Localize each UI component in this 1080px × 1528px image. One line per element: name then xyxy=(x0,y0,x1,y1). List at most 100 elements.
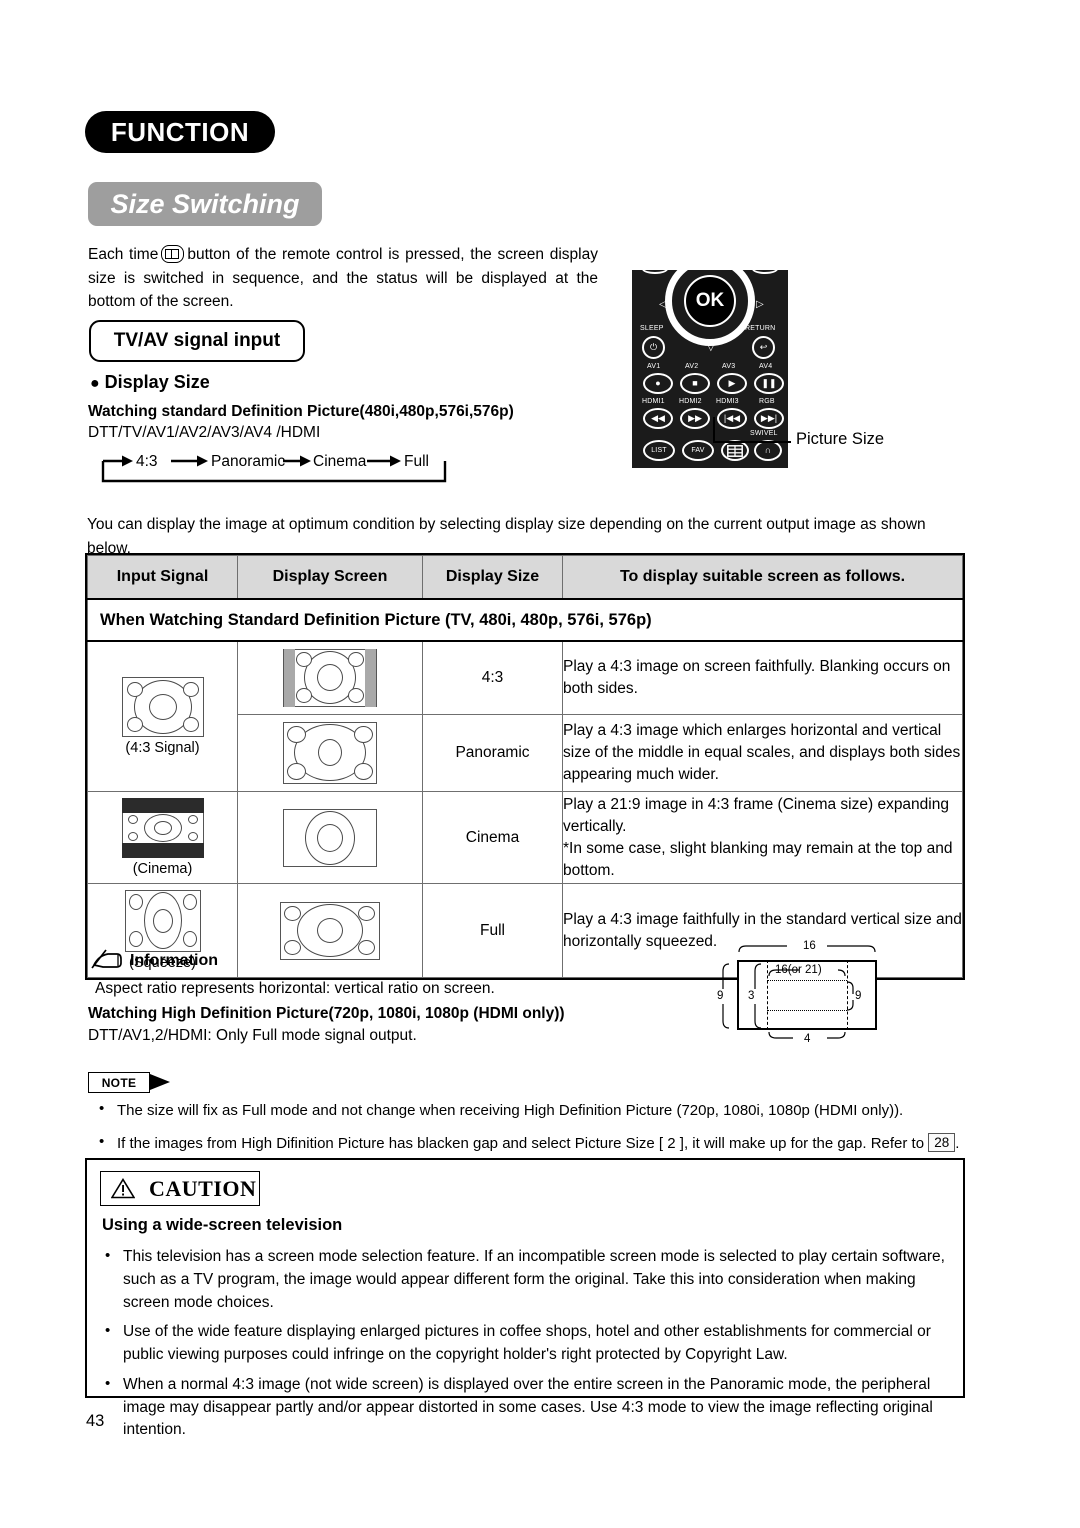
list-label: LIST xyxy=(651,447,667,454)
caution-list: This television has a screen mode select… xyxy=(102,1245,954,1449)
rewind-icon: ◀◀ xyxy=(651,413,665,423)
aspect-label-left-inner: 3 xyxy=(748,990,755,1002)
av4-label: AV4 xyxy=(759,363,773,370)
return-button: ↩ xyxy=(752,336,775,359)
table-subheader-text: When Watching Standard Definition Pictur… xyxy=(87,598,963,642)
flow-label-full: Full xyxy=(404,453,429,470)
hdmi1-label: HDMI1 xyxy=(642,398,665,405)
record-icon: ● xyxy=(655,378,661,388)
previous-track-icon: |◀◀ xyxy=(723,413,741,423)
aspect-label-top: 16 xyxy=(803,940,816,952)
picture-size-grid-icon xyxy=(727,444,743,457)
signal-icon-cinema xyxy=(121,798,204,858)
av3-label: AV3 xyxy=(722,363,736,370)
information-line-1: Aspect ratio represents horizontal: vert… xyxy=(95,980,495,997)
caution-item: Use of the wide feature displaying enlar… xyxy=(102,1320,954,1367)
remote-partial-button-right xyxy=(752,264,778,274)
manual-page: FUNCTION Size Switching Each time button … xyxy=(0,0,1080,1528)
av1-button: ● xyxy=(643,373,673,394)
cell-display-size-panoramic: Panoramic xyxy=(422,714,563,792)
page-reference-28[interactable]: 28 xyxy=(928,1132,956,1152)
caution-item: This television has a screen mode select… xyxy=(102,1245,954,1314)
th-input-signal: Input Signal xyxy=(87,555,238,600)
th-display-size: Display Size xyxy=(422,555,563,600)
cell-description-panoramic: Play a 4:3 image which enlarges horizont… xyxy=(562,714,963,792)
hdmi1-button: ◀◀ xyxy=(643,408,673,429)
intro-paragraph: Each time button of the remote control is… xyxy=(88,243,598,314)
caution-item: When a normal 4:3 image (not wide screen… xyxy=(102,1373,954,1442)
flow-label-panoramic: Panoramic xyxy=(211,453,286,470)
play-icon: ▶ xyxy=(728,378,736,388)
picture-size-icon xyxy=(161,245,185,263)
table-subheader-row: When Watching Standard Definition Pictur… xyxy=(87,598,963,642)
display-size-table: Input Signal Display Screen Display Size… xyxy=(85,553,965,980)
screen-icon-4-3-pillarbox xyxy=(283,649,377,707)
av2-button: ■ xyxy=(680,373,710,394)
signal-icon-squeeze xyxy=(124,890,201,952)
sleep-label: SLEEP xyxy=(640,325,664,332)
flow-label-4-3: 4:3 xyxy=(136,453,158,470)
table-row: (4:3 Signal) 4:3 Play a 4:3 image on scr… xyxy=(87,640,963,792)
screen-icon-full xyxy=(280,901,380,960)
cell-display-size-cinema: Cinema xyxy=(422,791,563,884)
signal-icon-4-3 xyxy=(121,677,204,737)
note-list: The size will fix as Full mode and not c… xyxy=(95,1098,965,1166)
information-heading: Information xyxy=(130,952,218,969)
pause-icon: ❚❚ xyxy=(761,378,777,388)
swivel-label: SWIVEL xyxy=(750,430,778,437)
cell-display-screen-panoramic xyxy=(237,714,423,792)
bullet-icon: ● xyxy=(90,375,100,392)
aspect-label-inner-top: 16(or 21) xyxy=(775,964,822,976)
remote-control-illustration: ▵ ▽ ◁ ▷ OK SLEEP ⏻ RETURN ↩ AV1 ● AV2 ■ … xyxy=(632,256,788,468)
hdmi3-button: |◀◀ xyxy=(717,408,747,429)
cell-input-signal-4-3: (4:3 Signal) xyxy=(87,640,238,792)
cell-description-4-3: Play a 4:3 image on screen faithfully. B… xyxy=(562,640,963,715)
caution-badge: CAUTION xyxy=(100,1171,260,1206)
note-item: If the images from High Difinition Pictu… xyxy=(95,1131,965,1155)
note-item-text: If the images from High Difinition Pictu… xyxy=(117,1134,925,1152)
ok-button: OK xyxy=(684,275,736,327)
av3-button: ▶ xyxy=(717,373,747,394)
headphone-button: ∩ xyxy=(754,440,782,461)
section-title-badge: Size Switching xyxy=(88,182,322,226)
display-size-heading-text: Display Size xyxy=(104,372,210,392)
display-size-heading: ● Display Size xyxy=(90,372,210,393)
rgb-button: ▶▶| xyxy=(754,408,784,429)
table-header-row: Input Signal Display Screen Display Size… xyxy=(87,555,963,600)
warning-triangle-icon xyxy=(111,1178,135,1199)
note-badge: NOTE xyxy=(88,1072,150,1093)
function-badge: FUNCTION xyxy=(85,111,275,153)
cell-display-screen-cinema xyxy=(237,791,423,884)
intro-before-text: Each time xyxy=(88,246,159,263)
tv-av-signal-input-box: TV/AV signal input xyxy=(89,320,305,362)
note-arrow-icon xyxy=(150,1074,170,1090)
stop-icon: ■ xyxy=(692,378,698,388)
hdmi3-label: HDMI3 xyxy=(716,398,739,405)
sleep-button: ⏻ xyxy=(642,336,665,359)
dpad-right-icon: ▷ xyxy=(756,299,764,310)
power-icon: ⏻ xyxy=(649,342,658,352)
fast-forward-icon: ▶▶ xyxy=(688,413,702,423)
sd-picture-heading: Watching standard Definition Picture(480… xyxy=(88,403,514,420)
dpad-up-icon: ▵ xyxy=(707,261,713,272)
signal-caption-cinema: (Cinema) xyxy=(132,861,193,877)
list-button: LIST xyxy=(643,440,675,461)
av2-label: AV2 xyxy=(685,363,699,370)
screen-icon-panoramic xyxy=(283,722,377,784)
cell-display-screen-4-3 xyxy=(237,640,423,715)
cell-input-signal-cinema: (Cinema) xyxy=(87,791,238,884)
note-item: The size will fix as Full mode and not c… xyxy=(95,1098,965,1122)
caution-box: CAUTION Using a wide-screen television T… xyxy=(85,1158,965,1438)
rgb-label: RGB xyxy=(759,398,775,405)
return-arrow-icon: ↩ xyxy=(759,342,768,352)
av1-label: AV1 xyxy=(647,363,661,370)
signal-caption-4-3: (4:3 Signal) xyxy=(125,740,200,756)
picture-size-button xyxy=(721,440,749,461)
cell-display-size-4-3: 4:3 xyxy=(422,640,563,715)
flow-label-cinema: Cinema xyxy=(313,453,367,470)
return-label: RETURN xyxy=(745,325,776,332)
picture-size-callout-line xyxy=(713,417,791,443)
fav-button: FAV xyxy=(682,440,714,461)
picture-size-callout-label: Picture Size xyxy=(796,430,885,448)
screen-icon-cinema xyxy=(283,808,377,867)
